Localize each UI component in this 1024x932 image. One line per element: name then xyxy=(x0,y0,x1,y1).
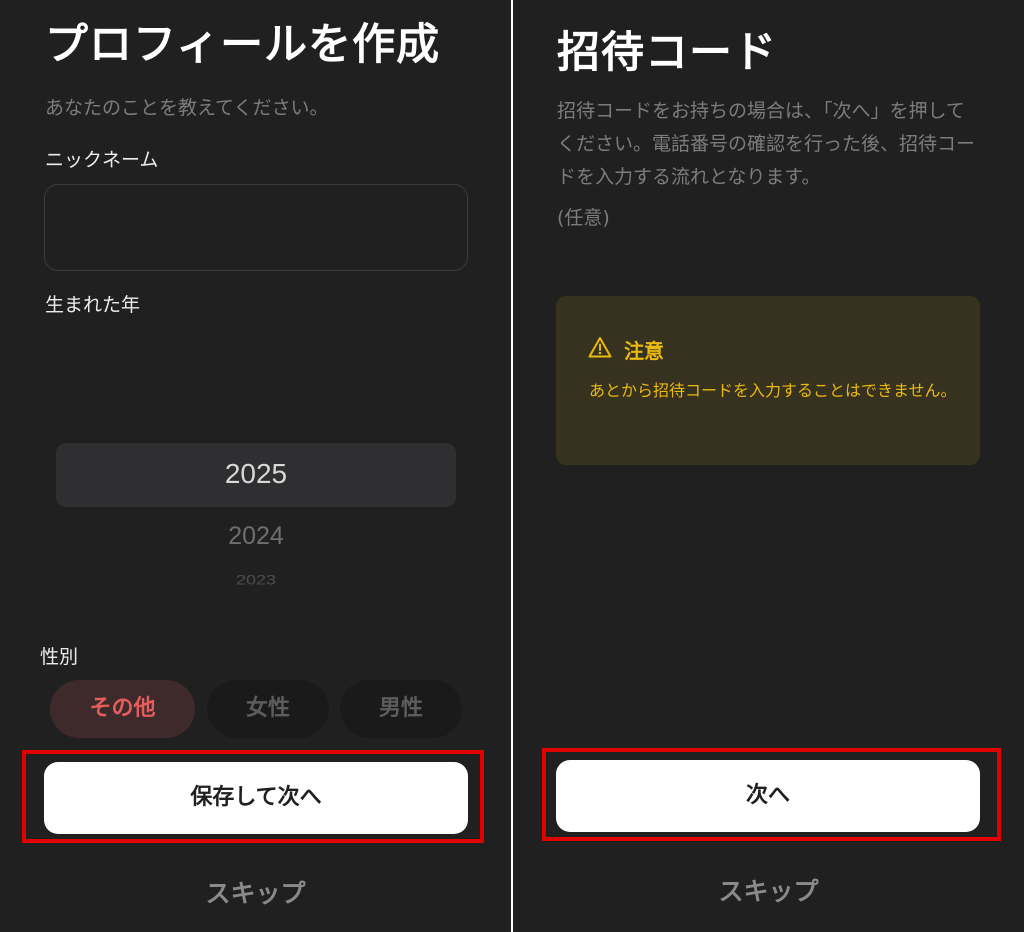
page-subtitle: あなたのことを教えてください。 xyxy=(45,97,329,119)
gender-option-female[interactable]: 女性 xyxy=(207,680,329,738)
next-button[interactable]: 次へ xyxy=(556,760,980,832)
nickname-input[interactable] xyxy=(44,184,468,271)
page-title: 招待コード xyxy=(557,28,777,78)
gender-option-male[interactable]: 男性 xyxy=(340,680,462,738)
save-and-next-button[interactable]: 保存して次へ xyxy=(44,762,468,834)
picker-year-option[interactable]: 2024 xyxy=(56,522,456,551)
invite-code-screen: 招待コード 招待コードをお持ちの場合は、「次へ」を押してください。電話番号の確認… xyxy=(513,0,1024,932)
picker-year-option[interactable]: 2023 xyxy=(56,573,456,589)
gender-option-other[interactable]: その他 xyxy=(50,680,195,738)
page-title: プロフィールを作成 xyxy=(45,20,441,70)
birth-year-picker[interactable]: 2025 2024 2023 xyxy=(56,330,456,600)
skip-button[interactable]: スキップ xyxy=(0,874,511,910)
notice-title: 注意 xyxy=(624,339,664,363)
warning-icon xyxy=(588,337,612,358)
notice-box: 注意 あとから招待コードを入力することはできません。 xyxy=(556,296,980,465)
gender-label: 性別 xyxy=(40,646,79,668)
optional-label: (任意) xyxy=(557,207,610,229)
profile-screen: プロフィールを作成 あなたのことを教えてください。 ニックネーム 生まれた年 2… xyxy=(0,0,511,932)
nickname-label: ニックネーム xyxy=(45,149,159,171)
skip-button[interactable]: スキップ xyxy=(513,872,1024,908)
picker-year-selected[interactable]: 2025 xyxy=(56,458,456,490)
notice-text: あとから招待コードを入力することはできません。 xyxy=(589,381,957,400)
page-description: 招待コードをお持ちの場合は、「次へ」を押してください。電話番号の確認を行った後、… xyxy=(557,100,976,188)
birth-year-label: 生まれた年 xyxy=(45,294,141,316)
